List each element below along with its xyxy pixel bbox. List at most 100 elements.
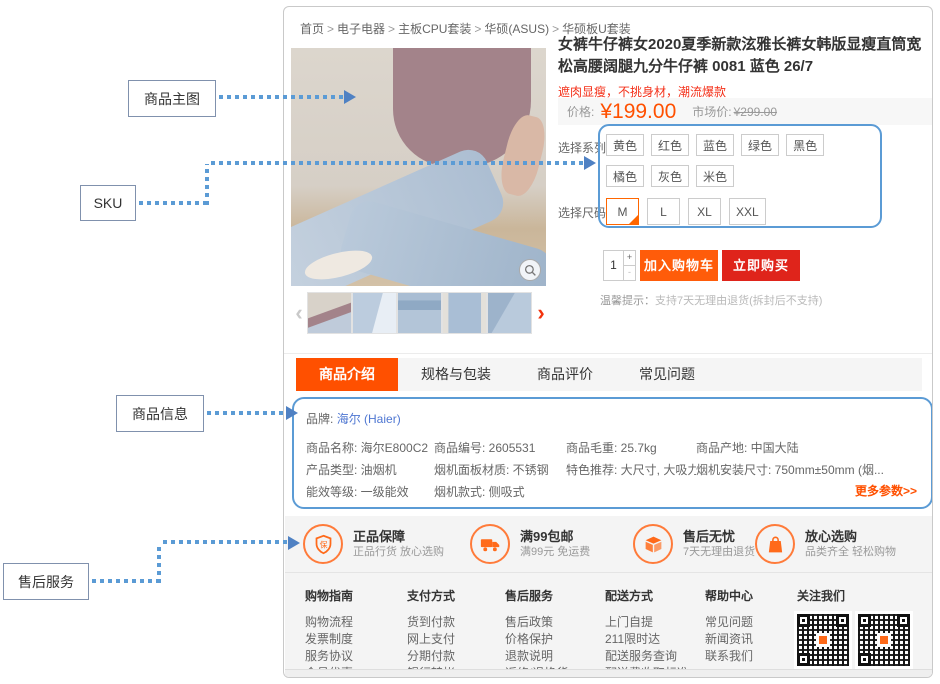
- footer-link[interactable]: 货到付款: [407, 614, 455, 631]
- product-main-image[interactable]: [291, 48, 546, 286]
- brand-link[interactable]: 海尔 (Haier): [337, 412, 401, 426]
- footer-link[interactable]: 分期付款: [407, 648, 455, 665]
- color-option[interactable]: 绿色: [741, 134, 779, 156]
- breadcrumb-item-4[interactable]: 华硕(ASUS): [484, 22, 549, 36]
- thumbnail-list: [307, 292, 532, 334]
- dotted-line: [92, 579, 158, 583]
- carousel-next-icon[interactable]: ›: [532, 302, 550, 324]
- tab-faq[interactable]: 常见问题: [616, 358, 718, 391]
- color-option[interactable]: 蓝色: [696, 134, 734, 156]
- size-option[interactable]: M: [606, 198, 639, 225]
- color-option[interactable]: 米色: [696, 165, 734, 187]
- tab-product-intro[interactable]: 商品介绍: [296, 358, 398, 391]
- color-option[interactable]: 灰色: [651, 165, 689, 187]
- thumbnail-3[interactable]: [397, 292, 442, 334]
- footer-link[interactable]: 网上支付: [407, 631, 455, 648]
- series-select-label: 选择系列:: [558, 139, 609, 156]
- product-params: 商品名称: 海尔E800C2商品编号: 2605531商品毛重: 25.7kg商…: [306, 439, 921, 505]
- magnifier-icon[interactable]: [519, 259, 541, 281]
- footer-link[interactable]: 售后政策: [505, 614, 568, 631]
- breadcrumb-item-2[interactable]: 电子电器: [337, 22, 385, 36]
- footer-bottom-strip: [285, 669, 933, 678]
- param-value: 中国大陆: [751, 441, 799, 455]
- footer-link[interactable]: 配送服务查询: [605, 648, 689, 665]
- footer-link[interactable]: 退款说明: [505, 648, 568, 665]
- quantity-value[interactable]: 1: [604, 251, 623, 280]
- param-item: 烟机款式: 侧吸式: [434, 483, 566, 505]
- footer-link[interactable]: 发票制度: [305, 631, 353, 648]
- param-value: 750mm±50mm (烟...: [775, 463, 884, 477]
- footer-column-title: 售后服务: [505, 587, 568, 604]
- param-item: 商品产地: 中国大陆: [696, 439, 921, 461]
- footer-link[interactable]: 购物流程: [305, 614, 353, 631]
- shopping-bag-icon: [755, 524, 795, 564]
- footer-column-follow-us: 关注我们: [797, 587, 910, 666]
- service-badge-free-shipping: 满99包邮满99元 免运费: [470, 524, 590, 564]
- quantity-increase-button[interactable]: +: [624, 251, 635, 265]
- footer-link[interactable]: 联系我们: [705, 648, 753, 665]
- badge-desc: 7天无理由退货: [683, 545, 755, 560]
- tab-bar: 商品介绍规格与包装商品评价常见问题: [296, 358, 922, 391]
- thumbnail-5[interactable]: [487, 292, 532, 334]
- param-item: 商品毛重: 25.7kg: [566, 439, 696, 461]
- qr-eye: [797, 614, 810, 627]
- arrowhead-icon: [286, 406, 298, 420]
- color-option[interactable]: 黑色: [786, 134, 824, 156]
- badge-title: 售后无忧: [683, 528, 755, 545]
- thumbnail-carousel: ‹ ›: [291, 290, 551, 336]
- footer-link[interactable]: 服务协议: [305, 648, 353, 665]
- color-option[interactable]: 橘色: [606, 165, 644, 187]
- badge-title: 满99包邮: [520, 528, 590, 545]
- qr-logo: [816, 633, 830, 647]
- size-option[interactable]: L: [647, 198, 680, 225]
- breadcrumb-separator: >: [327, 22, 334, 36]
- footer-column-after-sale-service: 售后服务售后政策价格保护退款说明返修/退换货取消订单: [505, 587, 568, 678]
- param-item: 产品类型: 油烟机: [306, 461, 434, 483]
- service-badge-authentic: 保正品保障正品行货 放心选购: [303, 524, 444, 564]
- color-option[interactable]: 黄色: [606, 134, 644, 156]
- qr-eye: [836, 614, 849, 627]
- param-label: 商品编号:: [434, 441, 489, 455]
- badge-text: 放心选购品类齐全 轻松购物: [805, 528, 896, 560]
- shield-icon: 保: [303, 524, 343, 564]
- size-option[interactable]: XXL: [729, 198, 766, 225]
- tab-reviews[interactable]: 商品评价: [514, 358, 616, 391]
- footer-link[interactable]: 上门自提: [605, 614, 689, 631]
- badge-desc: 满99元 免运费: [520, 545, 590, 560]
- color-option[interactable]: 红色: [651, 134, 689, 156]
- buy-now-button[interactable]: 立即购买: [722, 250, 800, 281]
- add-to-cart-button[interactable]: 加入购物车: [640, 250, 718, 281]
- thumbnail-2[interactable]: [352, 292, 397, 334]
- qr-row: [797, 614, 910, 666]
- footer-link[interactable]: 新闻资讯: [705, 631, 753, 648]
- service-badges: 保正品保障正品行货 放心选购满99包邮满99元 免运费售后无忧7天无理由退货放心…: [285, 516, 933, 573]
- qr-eye: [797, 653, 810, 666]
- breadcrumb-item-1[interactable]: 首页: [300, 22, 324, 36]
- carousel-prev-icon[interactable]: ‹: [291, 302, 307, 324]
- thumbnail-1[interactable]: [307, 292, 352, 334]
- quantity-decrease-button[interactable]: -: [624, 265, 635, 280]
- section-divider: [284, 353, 933, 354]
- breadcrumb-item-3[interactable]: 主板CPU套装: [398, 22, 471, 36]
- footer-link[interactable]: 常见问题: [705, 614, 753, 631]
- size-select-label: 选择尺码:: [558, 204, 609, 221]
- param-label: 产品类型:: [306, 463, 361, 477]
- badge-desc: 品类齐全 轻松购物: [805, 545, 896, 560]
- more-params-link[interactable]: 更多参数>>: [855, 482, 917, 499]
- param-item: 烟机面板材质: 不锈钢: [434, 461, 566, 483]
- footer-column-title: 关注我们: [797, 587, 910, 604]
- footer-column-title: 帮助中心: [705, 587, 753, 604]
- service-badge-after-sale: 售后无忧7天无理由退货: [633, 524, 755, 564]
- footer-link[interactable]: 价格保护: [505, 631, 568, 648]
- thumbnail-4[interactable]: [442, 292, 487, 334]
- truck-icon: [470, 524, 510, 564]
- qr-eye: [897, 614, 910, 627]
- size-option[interactable]: XL: [688, 198, 721, 225]
- badge-title: 放心选购: [805, 528, 896, 545]
- arrowhead-icon: [288, 536, 300, 550]
- svg-text:保: 保: [319, 539, 327, 549]
- footer-link[interactable]: 211限时达: [605, 631, 689, 648]
- price-label: 价格:: [567, 103, 594, 120]
- tab-spec-package[interactable]: 规格与包装: [398, 358, 514, 391]
- dotted-line: [205, 164, 209, 205]
